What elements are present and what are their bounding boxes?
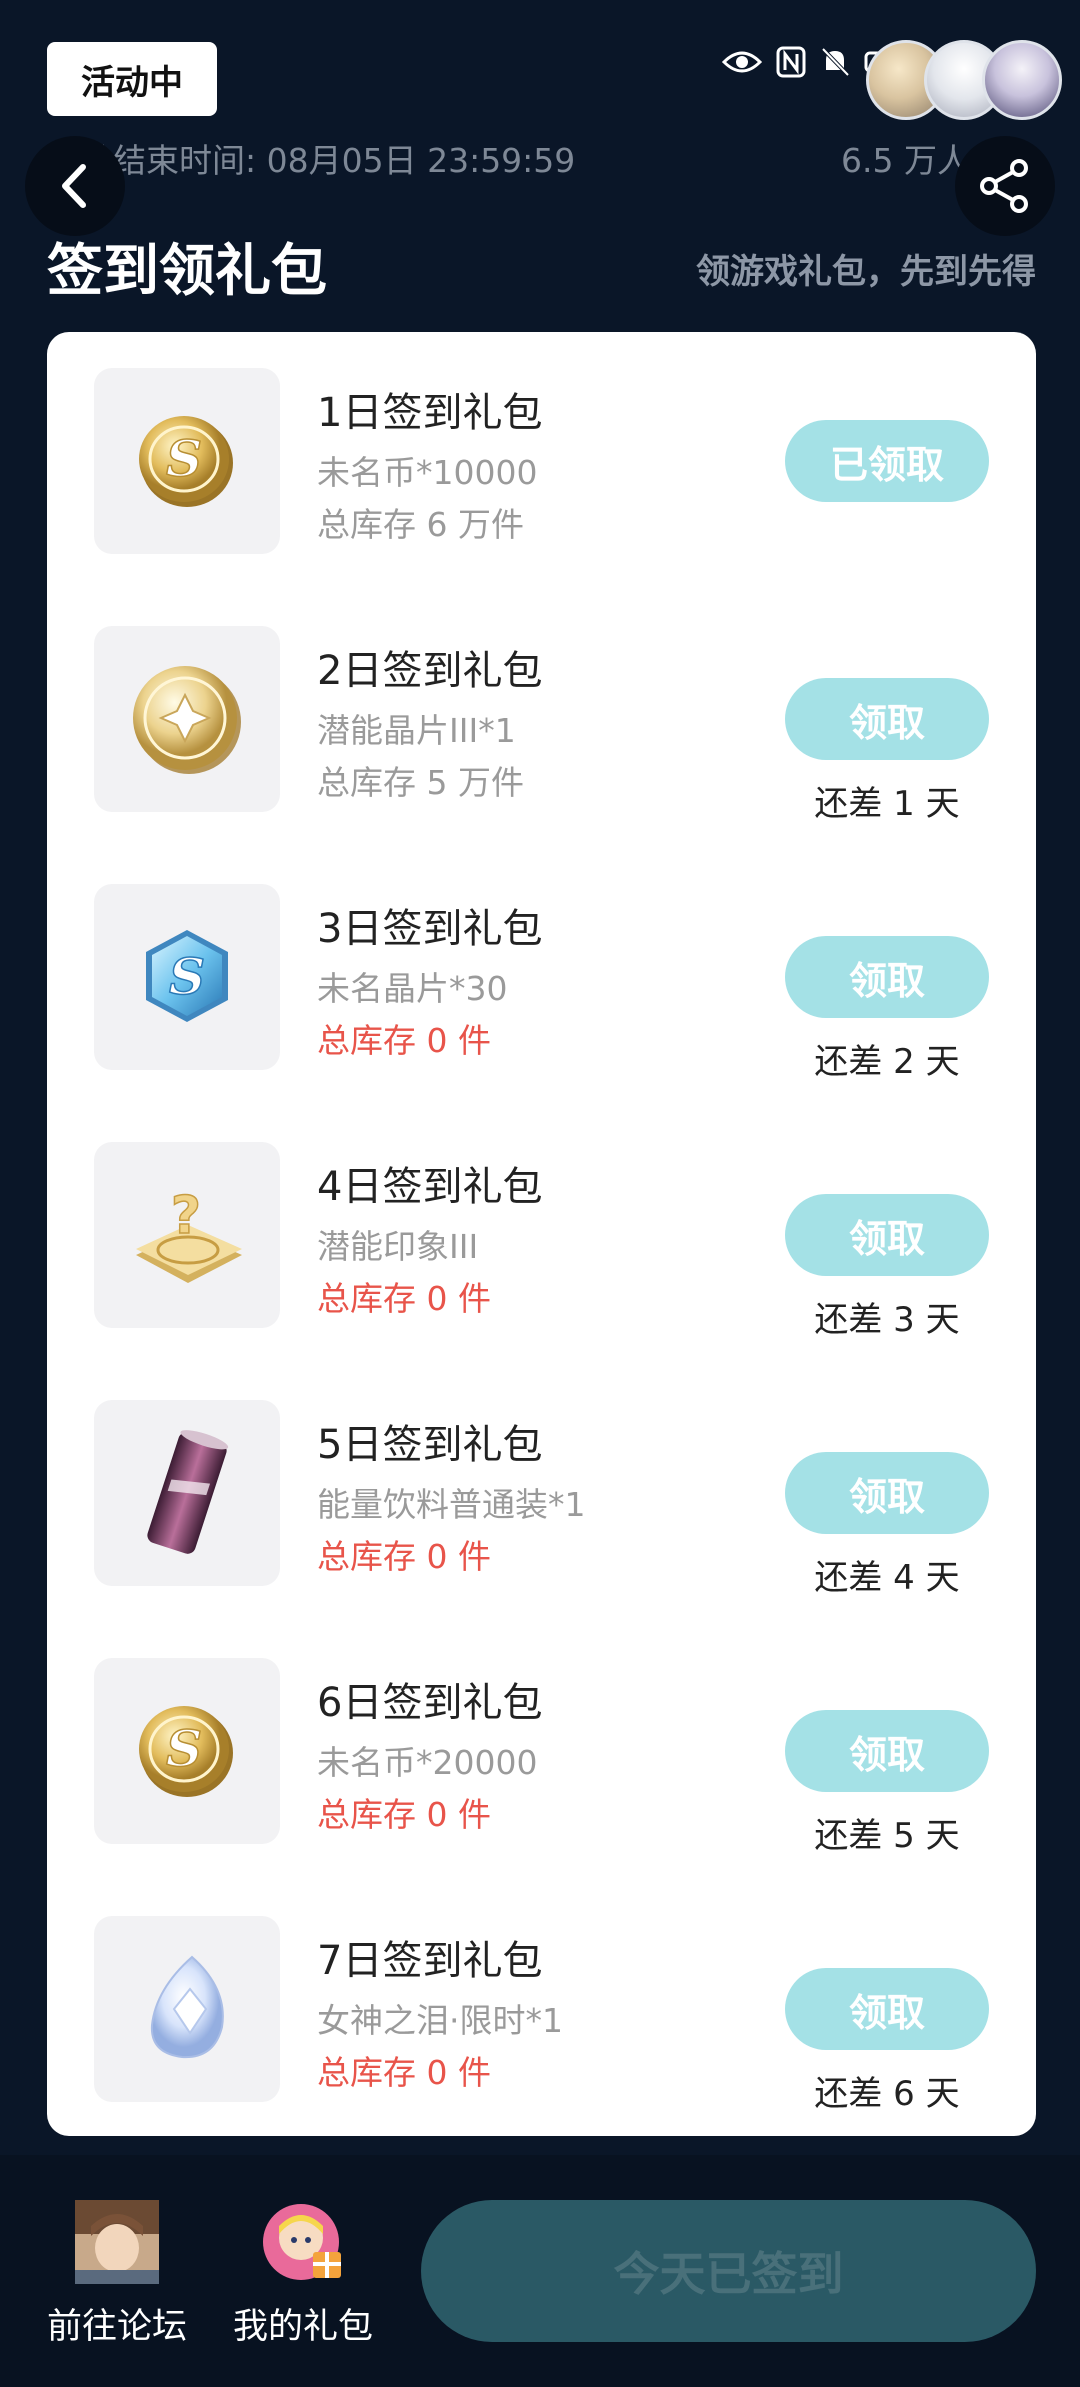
participant-avatars bbox=[866, 40, 1062, 120]
claim-button[interactable]: 领取 bbox=[785, 1194, 989, 1276]
gift-thumbnail: S bbox=[94, 884, 280, 1070]
days-remaining: 还差 3 天 bbox=[814, 1300, 960, 1340]
nfc-icon bbox=[776, 46, 806, 78]
gift-row-day-1: S 1日签到礼包 未名币*10000 总库存 6 万件 已领取 bbox=[47, 368, 1036, 626]
gift-stock: 总库存 0 件 bbox=[317, 2053, 491, 2092]
back-button[interactable] bbox=[25, 136, 125, 236]
claim-button[interactable]: 领取 bbox=[785, 936, 989, 1018]
page-subtitle: 领游戏礼包，先到先得 bbox=[696, 252, 1036, 292]
activity-status-badge: 活动中 bbox=[47, 42, 217, 116]
energy-drink-icon bbox=[147, 1430, 229, 1554]
gift-stock: 总库存 0 件 bbox=[317, 1279, 491, 1318]
gift-mascot-icon bbox=[263, 2204, 341, 2280]
gold-coin-icon: S bbox=[139, 1706, 233, 1797]
gift-thumbnail: ? bbox=[94, 1142, 280, 1328]
gift-row-day-4: ? 4日签到礼包 潜能印象III 总库存 0 件 领取 还差 3 天 bbox=[47, 1142, 1036, 1400]
gift-row-day-6: S 6日签到礼包 未名币*20000 总库存 0 件 领取 还差 5 天 bbox=[47, 1658, 1036, 1916]
my-gifts-button[interactable]: 我的礼包 bbox=[228, 2200, 378, 2349]
gift-title: 4日签到礼包 bbox=[317, 1164, 543, 1210]
gift-row-day-2: 2日签到礼包 潜能晶片III*1 总库存 5 万件 领取 还差 1 天 bbox=[47, 626, 1036, 884]
gift-title: 6日签到礼包 bbox=[317, 1680, 543, 1726]
signed-today-button[interactable]: 今天已签到 bbox=[421, 2200, 1036, 2342]
gold-coin-icon: S bbox=[139, 416, 233, 507]
go-to-forum-button[interactable]: 前往论坛 bbox=[42, 2200, 192, 2349]
svg-text:S: S bbox=[169, 947, 205, 1006]
gift-item: 未名币*20000 bbox=[317, 1743, 538, 1782]
gift-title: 2日签到礼包 bbox=[317, 648, 543, 694]
share-icon bbox=[980, 159, 1028, 213]
gift-title: 7日签到礼包 bbox=[317, 1938, 543, 1984]
claim-button[interactable]: 领取 bbox=[785, 1452, 989, 1534]
gift-item: 能量饮料普通装*1 bbox=[317, 1485, 586, 1524]
gift-row-day-5: 5日签到礼包 能量饮料普通装*1 总库存 0 件 领取 还差 4 天 bbox=[47, 1400, 1036, 1658]
gift-thumbnail bbox=[94, 626, 280, 812]
gift-thumbnail: S bbox=[94, 1658, 280, 1844]
checkin-gift-list: S 1日签到礼包 未名币*10000 总库存 6 万件 已领取 2日签到礼包 潜… bbox=[47, 332, 1036, 2136]
gift-title: 1日签到礼包 bbox=[317, 390, 543, 436]
days-remaining: 还差 5 天 bbox=[814, 1816, 960, 1856]
claim-button[interactable]: 领取 bbox=[785, 1710, 989, 1792]
gift-item: 潜能晶片III*1 bbox=[317, 711, 516, 750]
gift-row-day-7: 7日签到礼包 女神之泪·限时*1 总库存 0 件 领取 还差 6 天 bbox=[47, 1916, 1036, 2174]
gift-stock: 总库存 6 万件 bbox=[317, 505, 524, 544]
page-title: 签到领礼包 bbox=[47, 239, 327, 304]
share-button[interactable] bbox=[955, 136, 1055, 236]
forum-label: 前往论坛 bbox=[46, 2307, 187, 2347]
claim-button[interactable]: 领取 bbox=[785, 678, 989, 760]
gift-item: 潜能印象III bbox=[317, 1227, 479, 1266]
blue-crystal-icon: S bbox=[146, 930, 228, 1022]
gift-title: 5日签到礼包 bbox=[317, 1422, 543, 1468]
days-remaining: 还差 6 天 bbox=[814, 2074, 960, 2114]
gift-thumbnail bbox=[94, 1916, 280, 2102]
participant-avatar bbox=[982, 40, 1062, 120]
svg-text:?: ? bbox=[171, 1186, 201, 1246]
gift-stock: 总库存 5 万件 bbox=[317, 763, 524, 802]
my-gifts-label: 我的礼包 bbox=[232, 2307, 373, 2347]
activity-end-time: 活动结束时间: 08月05日 23:59:59 bbox=[47, 141, 576, 180]
days-remaining: 还差 1 天 bbox=[814, 784, 960, 824]
forum-avatar-icon bbox=[75, 2200, 159, 2284]
mute-bell-icon bbox=[821, 47, 850, 77]
claim-button[interactable]: 领取 bbox=[785, 1968, 989, 2050]
gift-stock: 总库存 0 件 bbox=[317, 1021, 491, 1060]
svg-text:S: S bbox=[166, 429, 202, 488]
days-remaining: 还差 4 天 bbox=[814, 1558, 960, 1598]
potential-chip-icon bbox=[133, 666, 241, 774]
gift-title: 3日签到礼包 bbox=[317, 906, 543, 952]
days-remaining: 还差 2 天 bbox=[814, 1042, 960, 1082]
gift-stock: 总库存 0 件 bbox=[317, 1537, 491, 1576]
gift-stock: 总库存 0 件 bbox=[317, 1795, 491, 1834]
gift-thumbnail: S bbox=[94, 368, 280, 554]
gift-item: 未名币*10000 bbox=[317, 453, 538, 492]
gift-thumbnail bbox=[94, 1400, 280, 1586]
chevron-left-icon bbox=[62, 164, 86, 208]
tear-gem-icon bbox=[150, 1955, 224, 2059]
eye-icon bbox=[722, 51, 762, 73]
mystery-plate-icon: ? bbox=[136, 1185, 242, 1283]
svg-text:S: S bbox=[166, 1719, 202, 1778]
gift-item: 女神之泪·限时*1 bbox=[317, 2001, 563, 2040]
claimed-button[interactable]: 已领取 bbox=[785, 420, 989, 502]
gift-row-day-3: S 3日签到礼包 未名晶片*30 总库存 0 件 领取 还差 2 天 bbox=[47, 884, 1036, 1142]
gift-item: 未名晶片*30 bbox=[317, 969, 508, 1008]
